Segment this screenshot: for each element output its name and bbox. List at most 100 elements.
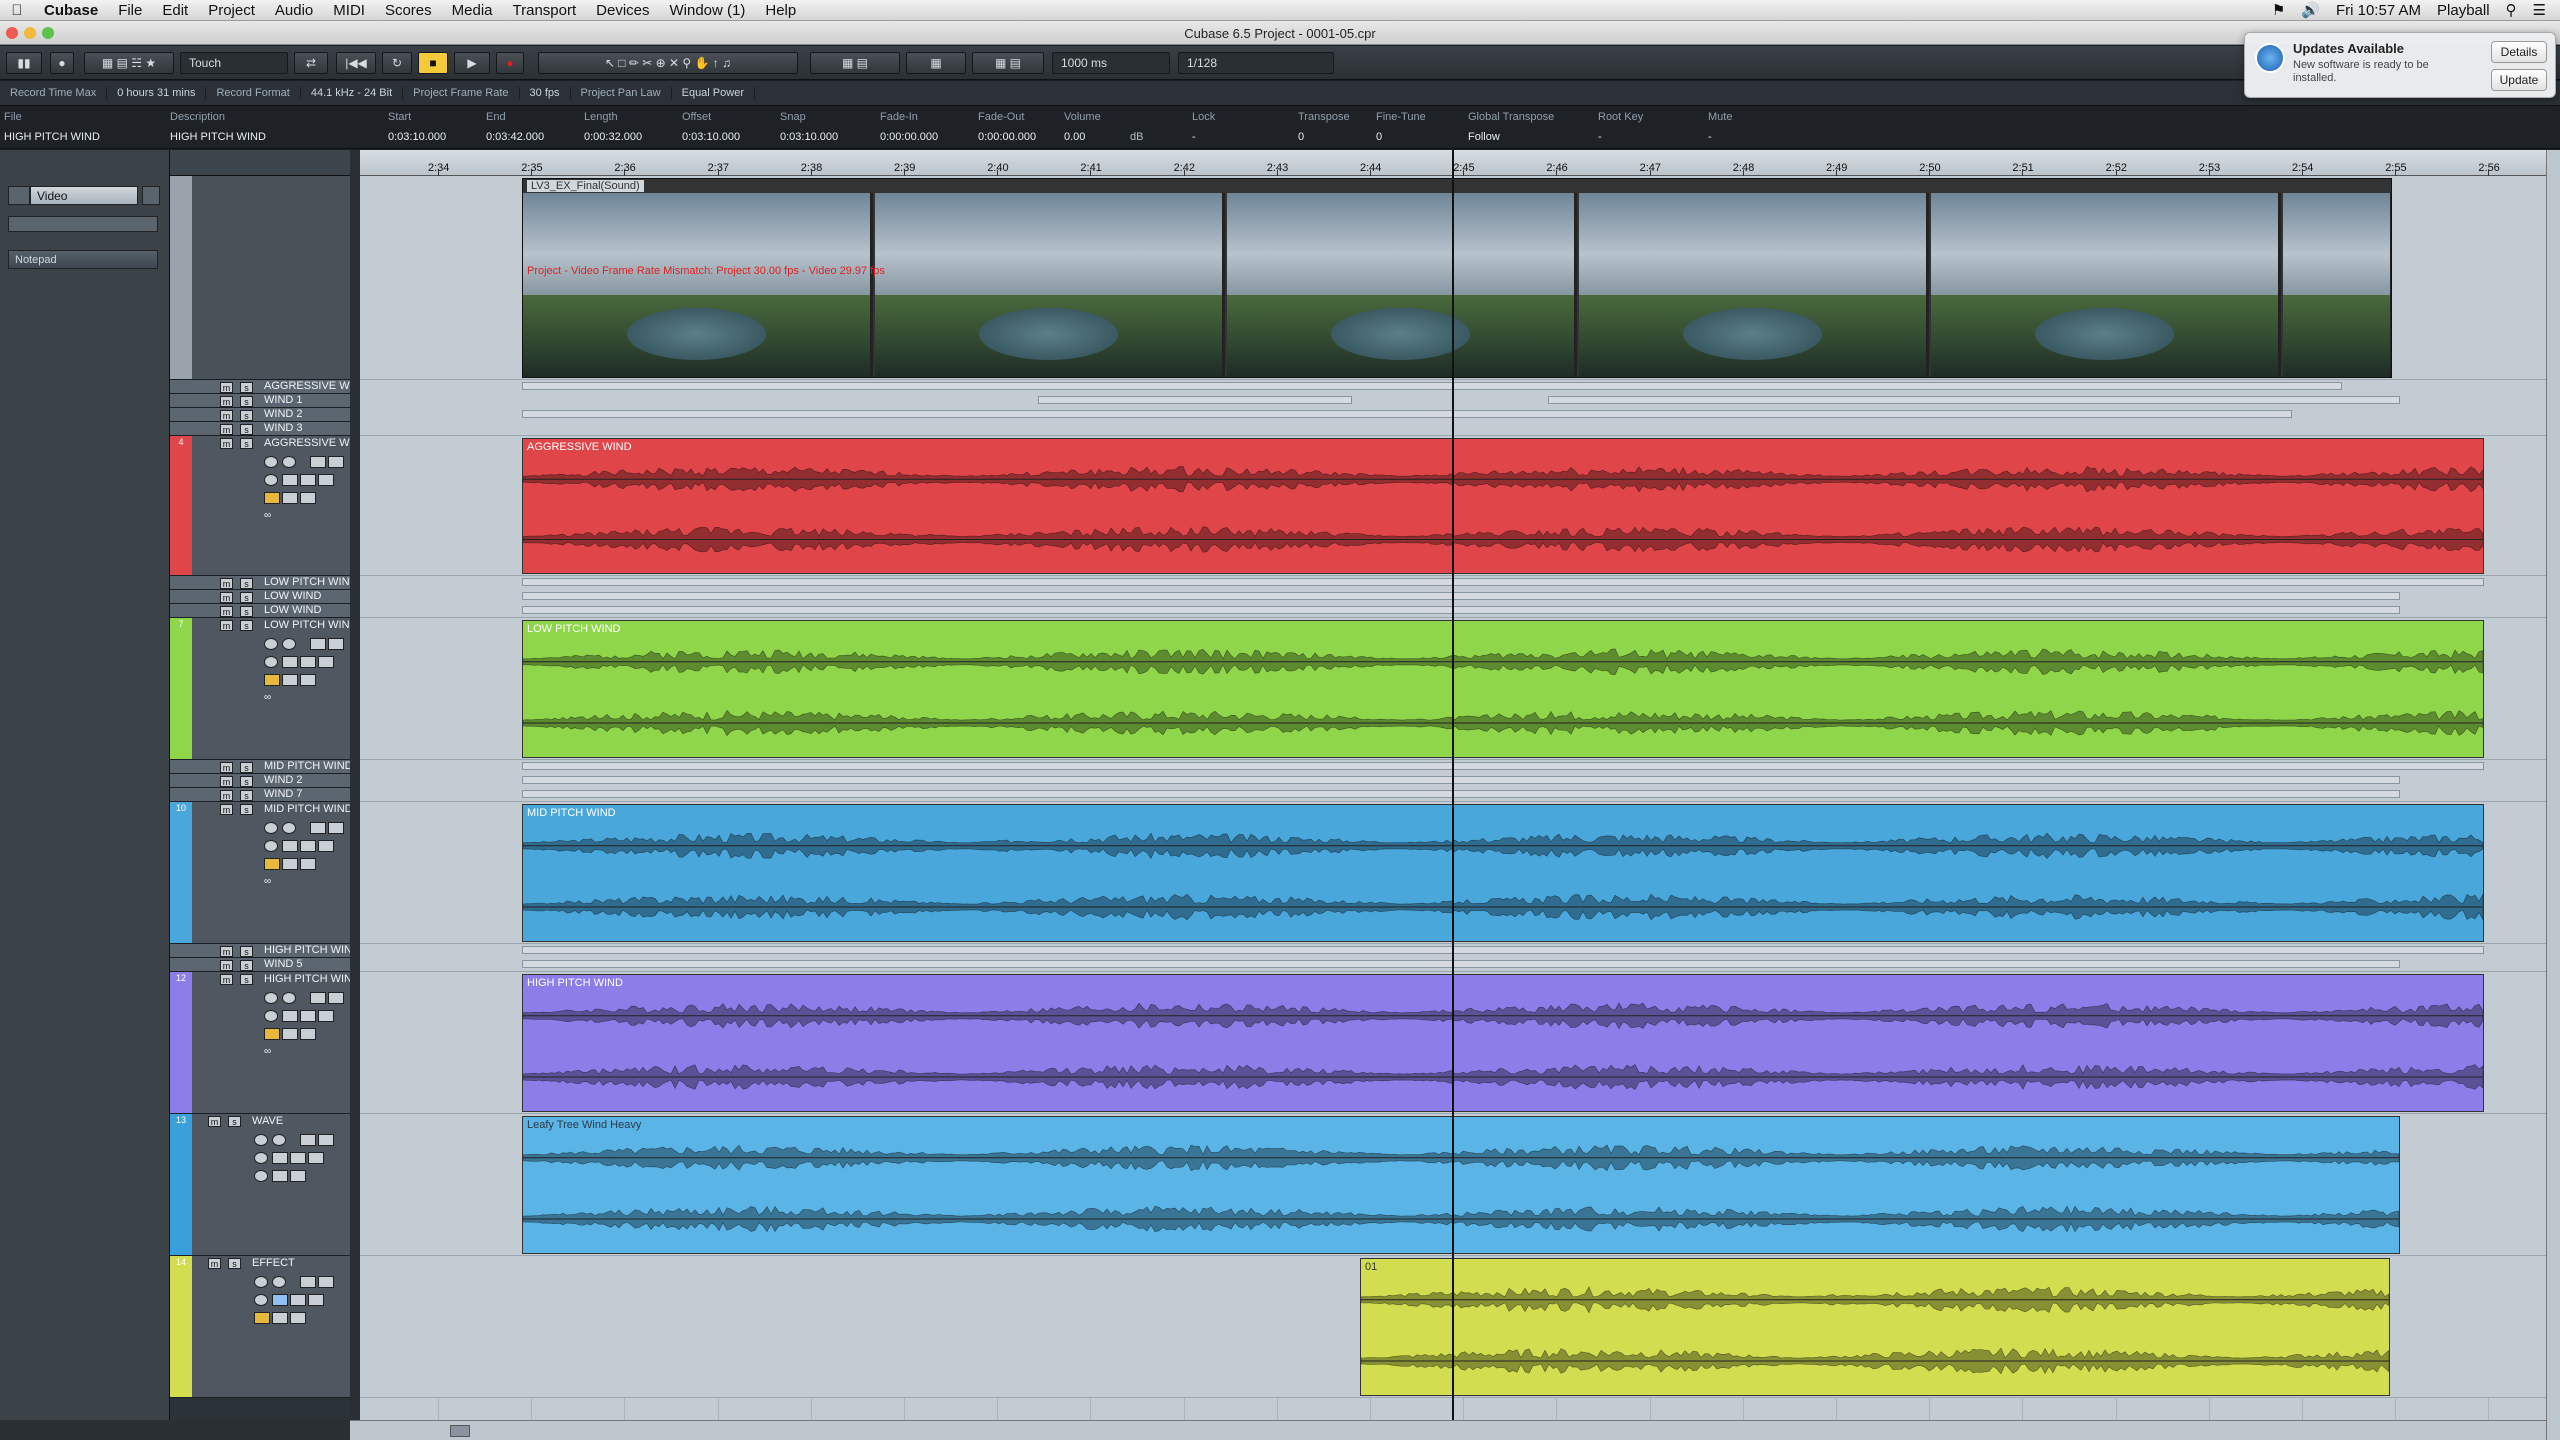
lane-button[interactable] [300, 1028, 316, 1040]
lane-button[interactable] [300, 492, 316, 504]
info-offset[interactable]: Offset 0:03:10.000 [682, 111, 740, 143]
info-lock[interactable]: Lock - [1192, 111, 1215, 143]
mute-button[interactable]: m [220, 424, 233, 435]
record-enable-button[interactable]: ● [50, 52, 74, 74]
audio-part-collapsed[interactable] [1548, 396, 2400, 404]
volume-icon[interactable]: 🔊 [2301, 1, 2320, 19]
inspector-collapse-icon[interactable] [8, 186, 30, 205]
lane-button[interactable] [272, 1152, 288, 1164]
lane-button[interactable] [290, 1152, 306, 1164]
menu-clock[interactable]: Fri 10:57 AM [2336, 2, 2421, 19]
audio-event-mid[interactable]: MID PITCH WIND [522, 804, 2484, 942]
audio-event-wave[interactable]: Leafy Tree Wind Heavy [522, 1116, 2400, 1254]
update-button[interactable]: Update [2491, 69, 2547, 91]
lane-button[interactable] [318, 1010, 334, 1022]
audio-part-collapsed[interactable] [1038, 396, 1352, 404]
spotlight-icon[interactable]: ⚲ [2506, 1, 2517, 19]
solo-button[interactable]: s [240, 776, 253, 787]
window-layout-buttons[interactable]: ▦ ▤ ☵ ★ [84, 52, 174, 74]
video-controls[interactable] [8, 216, 158, 232]
solo-button[interactable]: s [240, 620, 253, 631]
solo-button[interactable]: s [228, 1116, 241, 1127]
record-enable-button[interactable] [282, 638, 296, 650]
lane-button[interactable] [290, 1294, 306, 1306]
mute-button[interactable]: m [220, 606, 233, 617]
grid-type-buttons[interactable]: ▦ ▤ [972, 52, 1044, 74]
automation-mode-select[interactable]: Touch [180, 52, 288, 74]
read-button[interactable] [300, 1276, 316, 1288]
mute-button[interactable]: m [220, 776, 233, 787]
read-button[interactable] [310, 992, 326, 1004]
monitor-button[interactable] [264, 992, 278, 1004]
write-button[interactable] [318, 1134, 334, 1146]
timebase-button[interactable] [254, 1152, 268, 1164]
info-mute[interactable]: Mute - [1708, 111, 1732, 143]
lane-button[interactable] [282, 840, 298, 852]
timebase-button[interactable] [254, 1294, 268, 1306]
timebase-button[interactable] [264, 656, 278, 668]
folder-track-low-pitch[interactable]: m s LOW PITCH WIND [170, 576, 350, 590]
folder-part[interactable] [522, 382, 2342, 390]
stop-button[interactable]: ■ [418, 52, 448, 74]
track-mid-pitch-wind[interactable]: 10 ms MID PITCH WIND ∞ [170, 802, 350, 944]
play-button[interactable]: ▶ [454, 52, 490, 74]
folder-part[interactable] [522, 946, 2484, 954]
track-high-pitch-wind[interactable]: 12 ms HIGH PITCH WIND ∞ [170, 972, 350, 1114]
track-wave[interactable]: 13 ms WAVE [170, 1114, 350, 1256]
horizontal-scrollbar[interactable] [350, 1420, 2546, 1440]
track-wind-5[interactable]: m s WIND 5 [170, 958, 350, 972]
event-display[interactable]: 2:34 2:35 2:36 2:37 2:38 2:39 2:40 2:41 2:42 2:43… [360, 150, 2546, 1420]
lane-button[interactable] [282, 492, 298, 504]
lane-button[interactable] [300, 656, 316, 668]
track-wind-1[interactable]: m s WIND 1 [170, 394, 350, 408]
write-button[interactable] [328, 456, 344, 468]
lane-button[interactable] [318, 840, 334, 852]
solo-button[interactable]: s [240, 396, 253, 407]
menu-transport[interactable]: Transport [503, 2, 587, 19]
solo-button[interactable]: s [240, 410, 253, 421]
track-wind-3[interactable]: m s WIND 3 [170, 422, 350, 436]
timebase-button[interactable] [264, 840, 278, 852]
snap-grid-buttons[interactable]: ▦ ▤ [810, 52, 900, 74]
mute-button[interactable]: m [220, 382, 233, 393]
folder-track-mid-pitch[interactable]: m s MID PITCH WIND [170, 760, 350, 774]
menu-media[interactable]: Media [442, 2, 503, 19]
info-start[interactable]: Start 0:03:10.000 [388, 111, 446, 143]
lane-button[interactable] [300, 674, 316, 686]
menu-scores[interactable]: Scores [375, 2, 442, 19]
write-button[interactable] [328, 822, 344, 834]
mute-button[interactable]: m [220, 410, 233, 421]
update-notification[interactable]: Updates Available New software is ready … [2244, 32, 2556, 98]
lane-button[interactable] [300, 858, 316, 870]
video-edit-icon[interactable] [142, 186, 160, 205]
video-track-select[interactable]: Video [30, 186, 138, 205]
menu-project[interactable]: Project [198, 2, 265, 19]
menu-user[interactable]: Playball [2437, 2, 2490, 19]
info-description[interactable]: Description HIGH PITCH WIND [170, 111, 266, 143]
record-enable-button[interactable] [282, 992, 296, 1004]
quantize-select[interactable]: 1/128 [1178, 52, 1334, 74]
info-transpose[interactable]: Transpose 0 [1298, 111, 1350, 143]
info-file[interactable]: File HIGH PITCH WIND [4, 111, 100, 143]
info-finetune[interactable]: Fine-Tune 0 [1376, 111, 1426, 143]
lane-button[interactable] [308, 1294, 324, 1306]
solo-button[interactable]: s [240, 578, 253, 589]
lane-button[interactable] [282, 674, 298, 686]
lock-button[interactable] [264, 858, 280, 870]
read-button[interactable] [310, 456, 326, 468]
track-low-wind-2[interactable]: m s LOW WIND [170, 604, 350, 618]
menu-file[interactable]: File [108, 2, 152, 19]
lane-button[interactable] [318, 474, 334, 486]
tracklist-divider[interactable] [350, 150, 360, 1420]
cycle-button[interactable]: ↻ [382, 52, 412, 74]
notepad-section[interactable]: Notepad [8, 250, 158, 269]
info-end[interactable]: End 0:03:42.000 [486, 111, 544, 143]
snap-toggle-button[interactable]: ▦ [906, 52, 966, 74]
write-button[interactable] [328, 638, 344, 650]
audio-part-collapsed[interactable] [522, 960, 2400, 968]
link-icon[interactable]: ∞ [264, 1046, 271, 1057]
details-button[interactable]: Details [2491, 41, 2547, 63]
audio-part-collapsed[interactable] [522, 592, 2400, 600]
mute-button[interactable]: m [220, 804, 233, 815]
audio-part-collapsed[interactable] [522, 776, 2400, 784]
